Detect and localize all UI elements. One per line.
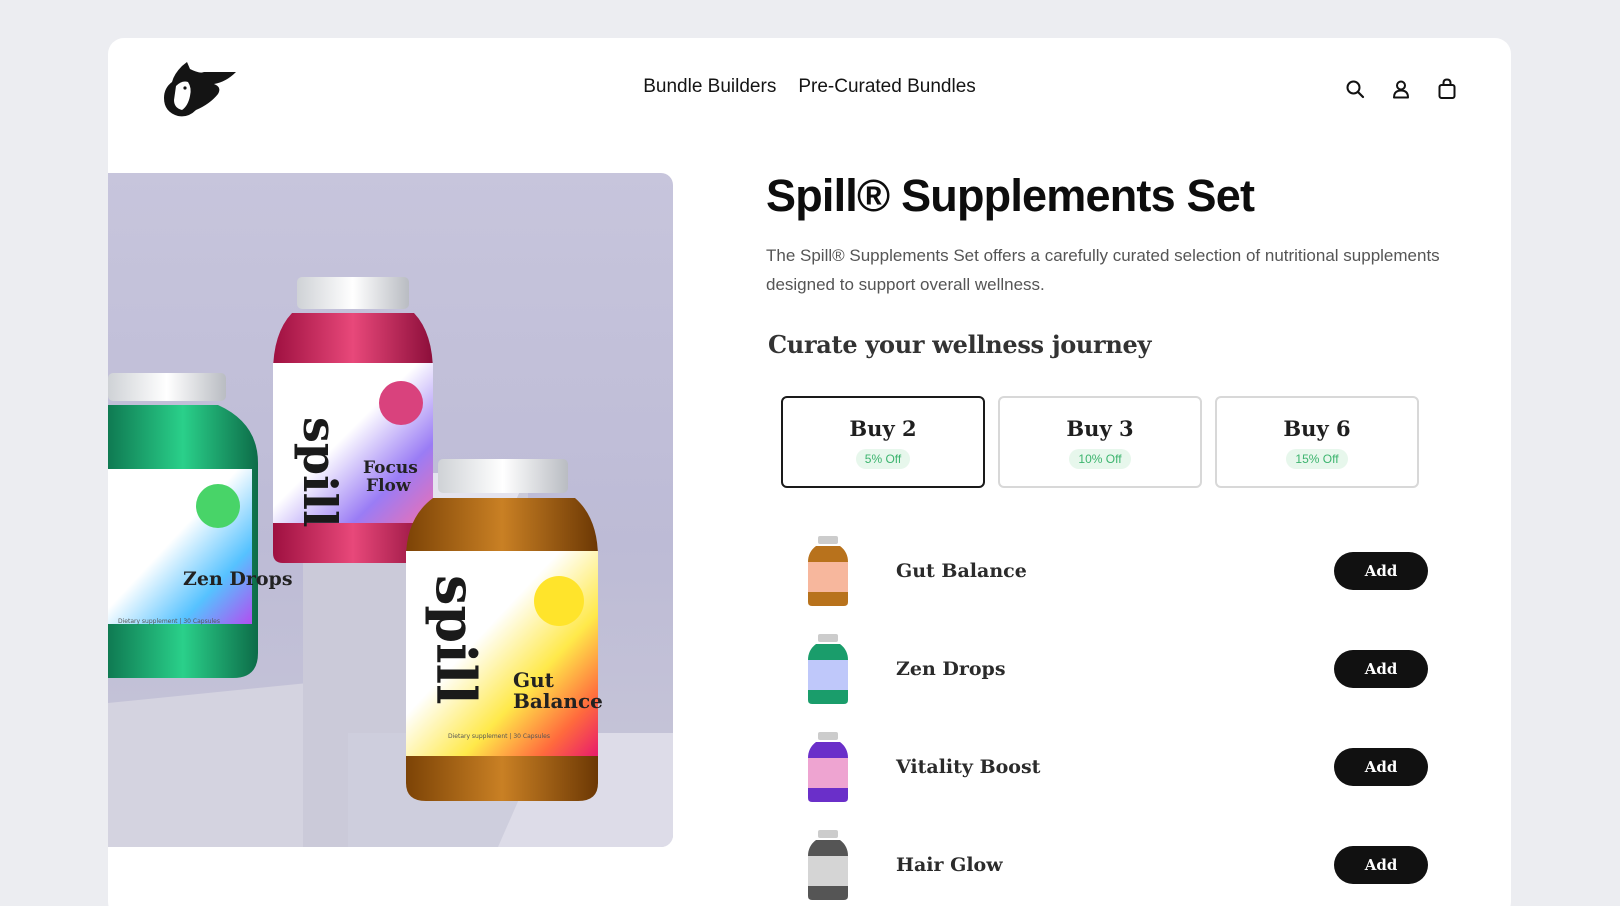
svg-text:Flow: Flow [366,476,411,496]
list-item: Zen Drops Add [806,620,1428,718]
main-nav: Bundle Builders Pre-Curated Bundles [108,76,1511,98]
product-name: Hair Glow [896,854,1003,876]
svg-text:Zen Drops: Zen Drops [183,568,293,590]
user-icon[interactable] [1389,77,1413,101]
product-description: The Spill® Supplements Set offers a care… [766,246,1440,294]
bundle-option-label: Buy 2 [849,415,917,441]
bundle-option-buy-6[interactable]: Buy 6 15% Off [1215,396,1419,488]
add-button-gut-balance[interactable]: Add [1334,552,1428,590]
svg-text:spill: spill [424,575,488,705]
svg-text:Balance: Balance [513,689,603,713]
list-item: Vitality Boost Add [806,718,1428,816]
nav-bundle-builders[interactable]: Bundle Builders [643,76,776,98]
product-hero-image: Zen Drops Dietary supplement | 30 Capsul… [108,173,673,847]
discount-badge: 15% Off [1286,448,1348,469]
page-card: Bundle Builders Pre-Curated Bundles Zen … [108,38,1511,906]
svg-text:Focus: Focus [363,458,418,478]
list-item: Hair Glow Add [806,816,1428,906]
bundle-option-label: Buy 3 [1066,415,1134,441]
bundle-heading: Curate your wellness journey [768,330,1152,359]
product-name: Zen Drops [896,658,1006,680]
bundle-option-buy-2[interactable]: Buy 2 5% Off [781,396,985,488]
bag-icon[interactable] [1435,77,1459,101]
discount-badge: 10% Off [1069,448,1131,469]
svg-text:Dietary supplement | 30 Capsul: Dietary supplement | 30 Capsules [118,618,220,625]
bundle-option-buy-3[interactable]: Buy 3 10% Off [998,396,1202,488]
product-thumbnail [808,536,848,606]
svg-text:Dietary supplement | 30 Capsul: Dietary supplement | 30 Capsules [448,733,550,740]
header-icons [1343,77,1459,101]
search-icon[interactable] [1343,77,1367,101]
discount-badge: 5% Off [855,448,911,469]
bundle-option-label: Buy 6 [1283,415,1351,441]
product-thumbnail [808,634,848,704]
nav-pre-curated-bundles[interactable]: Pre-Curated Bundles [798,76,975,98]
product-list: Gut Balance Add Zen Drops Add Vitality B… [806,522,1428,906]
svg-text:spill: spill [293,417,347,528]
add-button-zen-drops[interactable]: Add [1334,650,1428,688]
bundle-options: Buy 2 5% Off Buy 3 10% Off Buy 6 15% Off [781,396,1419,488]
product-thumbnail [808,830,848,900]
product-name: Gut Balance [896,560,1027,582]
list-item: Gut Balance Add [806,522,1428,620]
add-button-hair-glow[interactable]: Add [1334,846,1428,884]
add-button-vitality-boost[interactable]: Add [1334,748,1428,786]
product-name: Vitality Boost [896,756,1041,778]
product-thumbnail [808,732,848,802]
product-title: Spill® Supplements Set [766,170,1255,221]
